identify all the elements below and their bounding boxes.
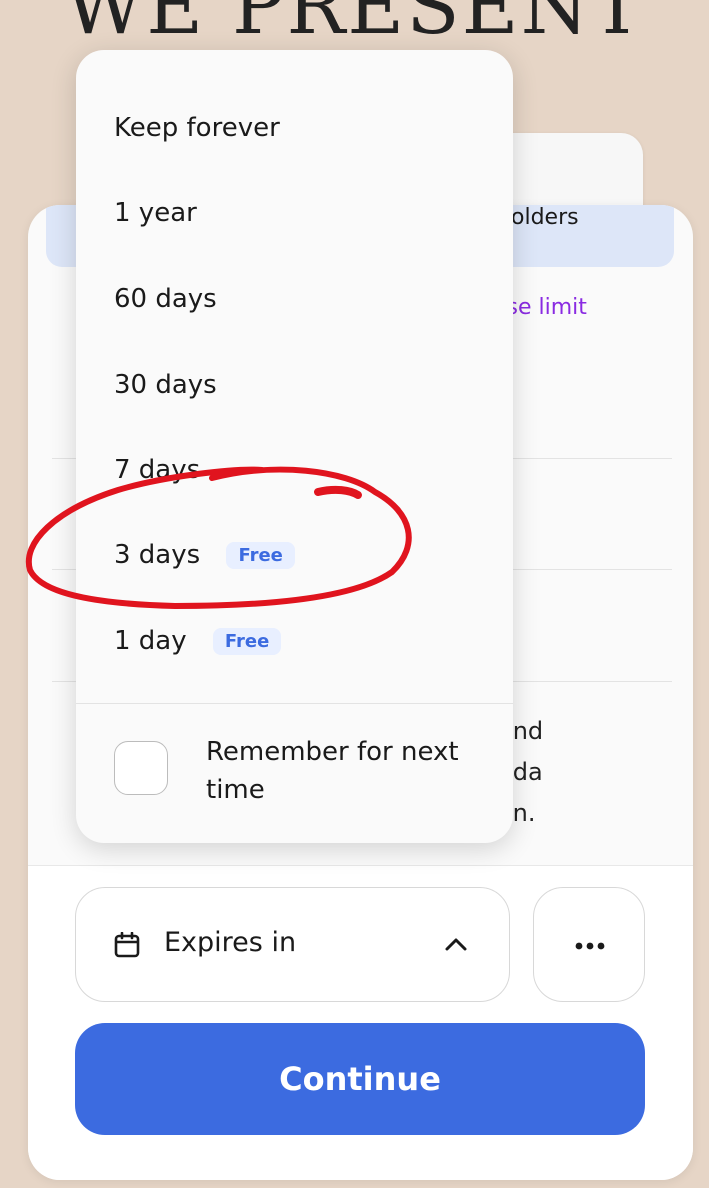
more-options-button[interactable] <box>533 887 645 1002</box>
option-1-day[interactable]: 1 day Free <box>114 626 282 656</box>
expires-in-button[interactable]: Expires in <box>75 887 510 1002</box>
option-keep-forever[interactable]: Keep forever <box>114 113 280 143</box>
remember-checkbox[interactable] <box>114 741 168 795</box>
bottom-action-bar: Expires in Continue <box>28 865 693 1180</box>
dropdown-divider <box>76 703 513 704</box>
remember-label: Remember for next time <box>206 737 459 805</box>
option-label: 7 days <box>114 455 201 485</box>
calendar-icon <box>114 932 140 958</box>
option-label: 60 days <box>114 284 217 314</box>
free-badge: Free <box>212 628 282 655</box>
chevron-up-icon <box>445 938 467 951</box>
option-7-days[interactable]: 7 days <box>114 455 200 485</box>
option-label: Keep forever <box>114 113 280 143</box>
expiration-dropdown: Keep forever 1 year 60 days 30 days 7 da… <box>76 50 513 843</box>
option-30-days[interactable]: 30 days <box>114 370 217 400</box>
continue-button[interactable]: Continue <box>75 1023 645 1135</box>
option-1-year[interactable]: 1 year <box>114 198 197 228</box>
background-title: WE PRESENT <box>64 0 645 52</box>
option-60-days[interactable]: 60 days <box>114 284 217 314</box>
option-3-days[interactable]: 3 days Free <box>114 540 295 570</box>
expires-in-label: Expires in <box>164 927 297 958</box>
option-label: 3 days <box>114 540 201 570</box>
option-label: 30 days <box>114 370 217 400</box>
option-label: 1 day <box>114 626 187 656</box>
free-badge: Free <box>226 542 295 569</box>
more-horizontal-icon <box>534 888 646 1003</box>
folders-label: olders <box>511 205 579 230</box>
option-label: 1 year <box>114 198 197 228</box>
